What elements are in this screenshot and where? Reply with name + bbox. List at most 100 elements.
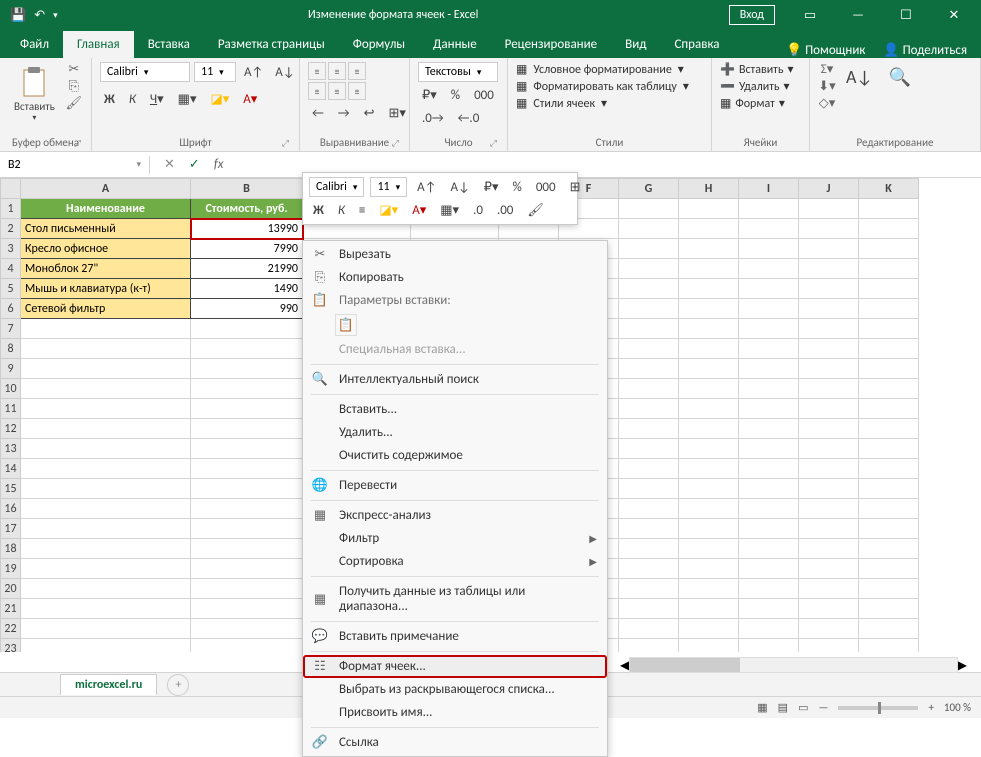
- mini-inc-decimal-icon[interactable]: .00: [493, 201, 517, 220]
- undo-icon[interactable]: ↶: [34, 8, 45, 23]
- cell-a1[interactable]: Наименование: [21, 199, 191, 219]
- fx-icon[interactable]: fx: [214, 157, 224, 172]
- ctx-clear[interactable]: Очистить содержимое: [303, 444, 607, 467]
- zoom-slider[interactable]: [838, 706, 918, 710]
- format-as-table[interactable]: ▦ Форматировать как таблицу▾: [516, 79, 689, 94]
- cell-b3[interactable]: 7990: [191, 239, 303, 259]
- mini-font-color-icon[interactable]: A▾: [408, 201, 430, 220]
- mini-size-combo[interactable]: 11▾: [370, 177, 407, 197]
- sheet-tab-active[interactable]: microexcel.ru: [60, 674, 157, 695]
- mini-merge-icon[interactable]: ⊞: [566, 178, 585, 197]
- view-normal-icon[interactable]: ▦: [757, 701, 767, 714]
- fill-color-button[interactable]: ◪▾: [206, 90, 233, 109]
- mini-comma-icon[interactable]: 000: [532, 178, 560, 197]
- sort-filter-button[interactable]: A↓: [840, 62, 879, 92]
- bold-button[interactable]: Ж: [100, 90, 119, 109]
- qat-dropdown-icon[interactable]: ▾: [53, 10, 58, 21]
- conditional-formatting[interactable]: ▦ Условное форматирование▾: [516, 62, 689, 77]
- border-button[interactable]: ▦▾: [174, 90, 201, 109]
- ctx-copy[interactable]: ⎘Копировать: [303, 266, 607, 289]
- font-name-combo[interactable]: Calibri▾: [100, 62, 190, 82]
- ctx-smart-lookup[interactable]: 🔍Интеллектуальный поиск: [303, 368, 607, 391]
- ctx-define-name[interactable]: Присвоить имя...: [303, 701, 607, 724]
- cell-a6[interactable]: Сетевой фильтр: [21, 299, 191, 319]
- col-header-b[interactable]: B: [191, 179, 303, 199]
- ctx-quick-analysis[interactable]: ▦Экспресс-анализ: [303, 504, 607, 527]
- mini-decrease-font-icon[interactable]: A↓: [446, 178, 473, 197]
- add-sheet-button[interactable]: +: [167, 674, 189, 696]
- cut-icon[interactable]: ✂: [65, 62, 83, 77]
- paste-button[interactable]: Вставить ▾: [8, 62, 61, 127]
- decrease-decimal-icon[interactable]: ←.0: [454, 109, 484, 128]
- tab-data[interactable]: Данные: [419, 31, 491, 58]
- ctx-filter[interactable]: Фильтр▶: [303, 527, 607, 550]
- ctx-cut[interactable]: ✂Вырезать: [303, 243, 607, 266]
- tab-file[interactable]: Файл: [6, 31, 63, 58]
- enter-icon[interactable]: ✓: [189, 157, 200, 172]
- find-select-button[interactable]: 🔍: [883, 62, 917, 92]
- autosum-icon[interactable]: Σ▾: [818, 62, 836, 77]
- col-header-h[interactable]: H: [679, 179, 739, 199]
- ctx-link[interactable]: 🔗Ссылка: [303, 731, 607, 754]
- clear-icon[interactable]: ◇▾: [818, 96, 836, 111]
- ctx-translate[interactable]: 🌐Перевести: [303, 474, 607, 497]
- cell-b2[interactable]: 13990: [191, 219, 303, 239]
- cell-a4[interactable]: Моноблок 27": [21, 259, 191, 279]
- mini-dec-decimal-icon[interactable]: .0: [469, 201, 487, 220]
- cell-styles[interactable]: ▦ Стили ячеек▾: [516, 96, 689, 111]
- ribbon-display-icon[interactable]: ▭: [787, 0, 833, 30]
- ctx-insert-comment[interactable]: 💬Вставить примечание: [303, 625, 607, 648]
- tab-view[interactable]: Вид: [611, 31, 660, 58]
- mini-border-icon[interactable]: ▦▾: [436, 201, 463, 220]
- underline-button[interactable]: Ч▾: [146, 90, 168, 109]
- cell-b4[interactable]: 21990: [191, 259, 303, 279]
- percent-icon[interactable]: %: [447, 86, 464, 105]
- delete-cells[interactable]: ➖ Удалить▾: [720, 79, 794, 94]
- col-header-j[interactable]: J: [799, 179, 859, 199]
- tab-formulas[interactable]: Формулы: [339, 31, 419, 58]
- format-painter-icon[interactable]: 🖌: [65, 96, 83, 111]
- paste-option-icon[interactable]: 📋: [335, 314, 357, 336]
- view-break-icon[interactable]: ▭: [798, 701, 808, 714]
- merge-icon[interactable]: ⊞▾: [384, 104, 409, 123]
- share-button[interactable]: 👤 Поделиться: [883, 43, 967, 58]
- font-color-button[interactable]: A▾: [239, 90, 261, 109]
- mini-percent-icon[interactable]: %: [509, 178, 526, 197]
- cell-b1[interactable]: Стоимость, руб.: [191, 199, 303, 219]
- login-button[interactable]: Вход: [729, 5, 775, 25]
- tab-help[interactable]: Справка: [660, 31, 733, 58]
- comma-icon[interactable]: 000: [470, 86, 498, 105]
- cancel-icon[interactable]: ✕: [164, 157, 175, 172]
- minimize-button[interactable]: —: [835, 0, 881, 30]
- horizontal-scrollbar[interactable]: ◀▶: [620, 656, 967, 674]
- insert-cells[interactable]: ➕ Вставить▾: [720, 62, 794, 77]
- mini-italic-button[interactable]: К: [334, 201, 349, 220]
- cell-b5[interactable]: 1490: [191, 279, 303, 299]
- tell-me[interactable]: 💡 Помощник: [786, 43, 865, 58]
- alignment-grid[interactable]: ≡≡≡≡≡≡: [308, 62, 366, 100]
- ctx-delete[interactable]: Удалить...: [303, 421, 607, 444]
- copy-icon[interactable]: ⎘: [65, 79, 83, 94]
- mini-fill-color-icon[interactable]: ◪▾: [375, 201, 402, 220]
- ctx-insert[interactable]: Вставить...: [303, 398, 607, 421]
- cell-a5[interactable]: Мышь и клавиатура (к-т): [21, 279, 191, 299]
- increase-font-icon[interactable]: A↑: [240, 63, 267, 82]
- decrease-font-icon[interactable]: A↓: [271, 63, 298, 82]
- italic-button[interactable]: К: [125, 90, 140, 109]
- tab-home[interactable]: Главная: [63, 31, 134, 58]
- increase-decimal-icon[interactable]: .0→: [418, 109, 448, 128]
- tab-insert[interactable]: Вставка: [134, 31, 204, 58]
- maximize-button[interactable]: ☐: [883, 0, 929, 30]
- decrease-indent-icon[interactable]: ←: [308, 104, 328, 123]
- zoom-out-button[interactable]: —: [818, 701, 828, 714]
- cell-b6[interactable]: 990: [191, 299, 303, 319]
- col-header-a[interactable]: A: [21, 179, 191, 199]
- ctx-get-table-data[interactable]: ▦Получить данные из таблицы или диапазон…: [303, 580, 607, 618]
- mini-align-icon[interactable]: ≡: [355, 201, 369, 220]
- col-header-k[interactable]: K: [859, 179, 919, 199]
- view-page-icon[interactable]: ▤: [778, 701, 788, 714]
- mini-format-painter-icon[interactable]: 🖌: [523, 201, 548, 220]
- zoom-in-button[interactable]: +: [928, 701, 933, 714]
- save-icon[interactable]: 💾: [10, 8, 26, 23]
- tab-layout[interactable]: Разметка страницы: [204, 31, 339, 58]
